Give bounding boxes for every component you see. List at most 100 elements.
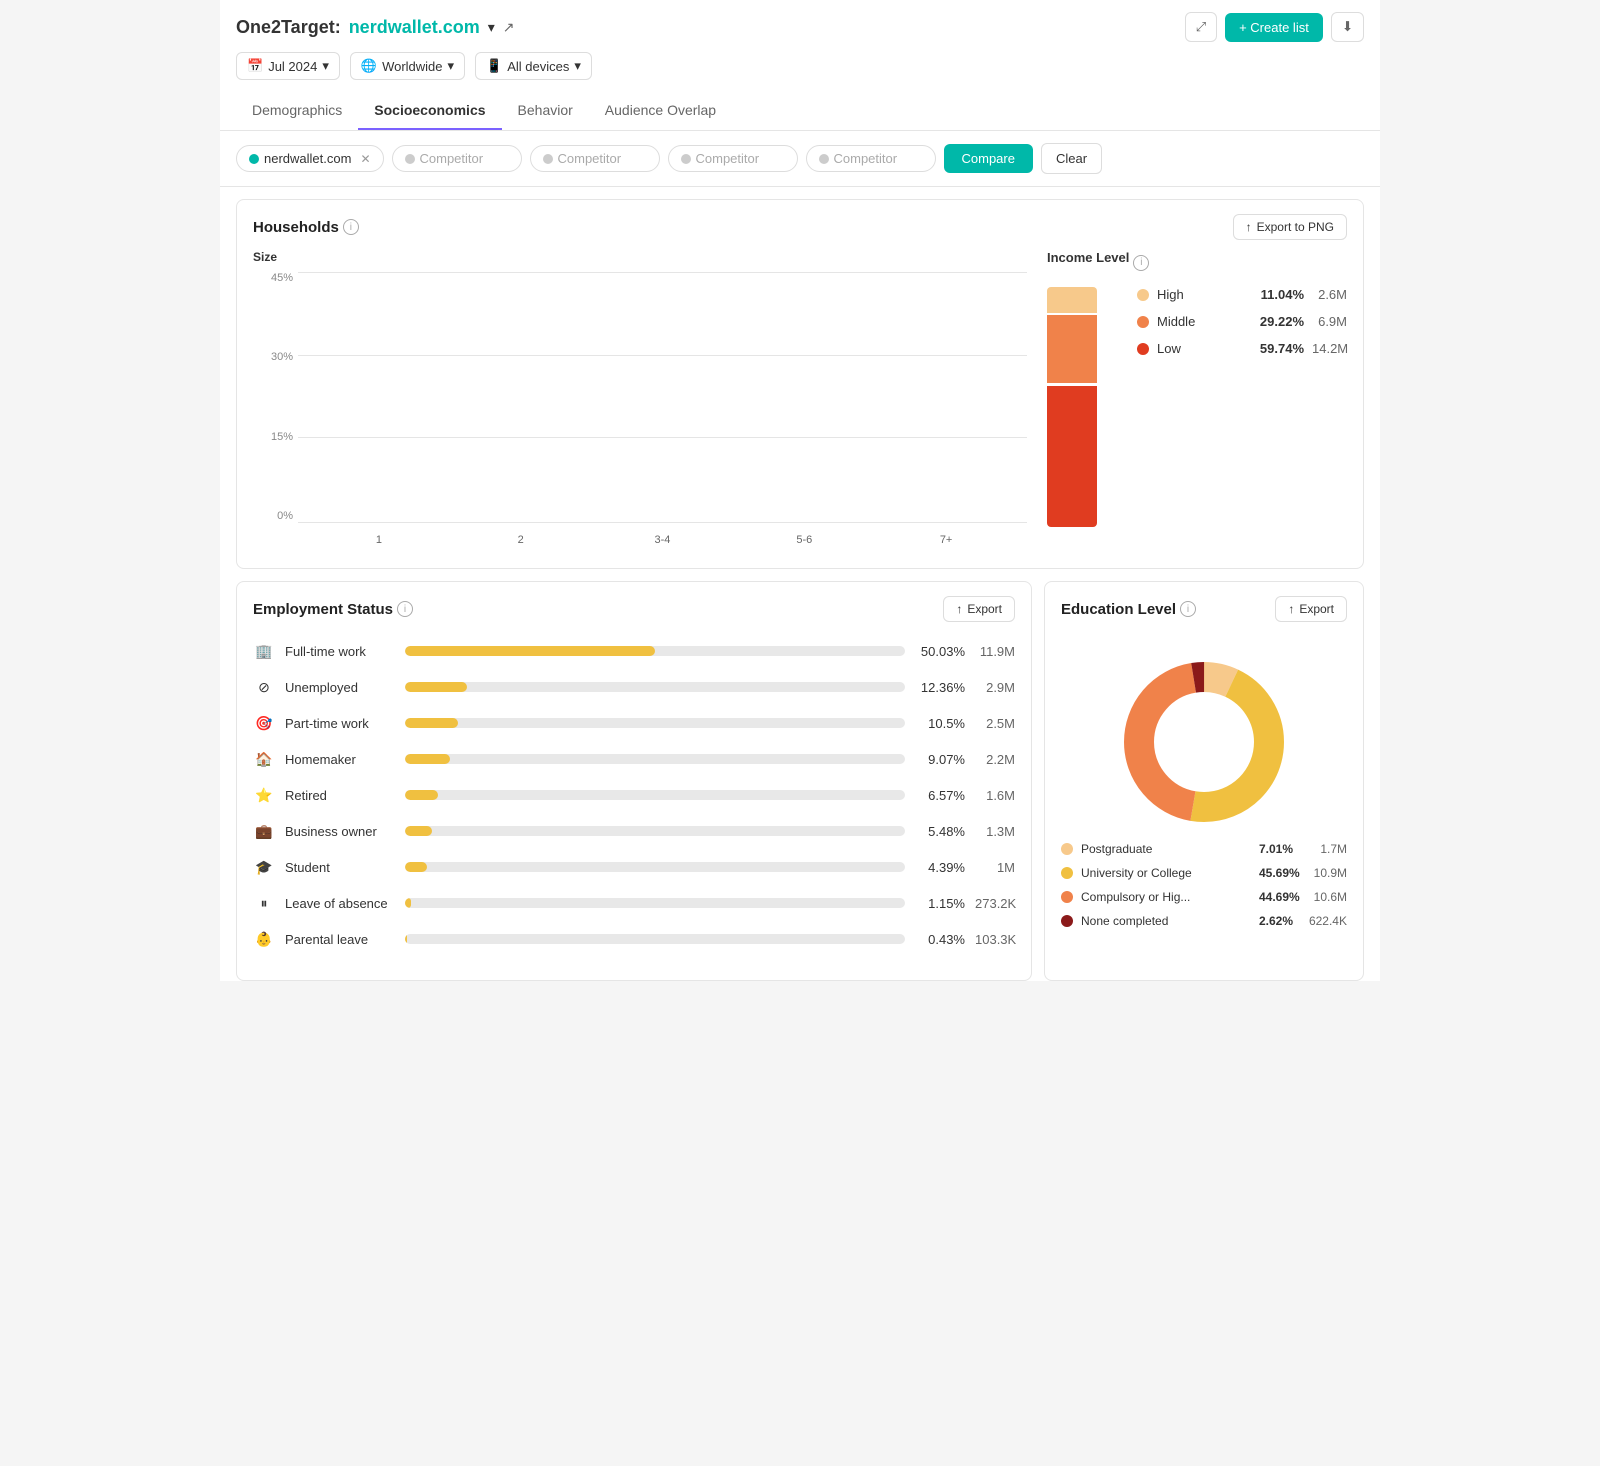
leave-pct: 1.15% <box>915 896 965 911</box>
education-export-button[interactable]: ↑ Export <box>1275 596 1347 622</box>
external-link-icon[interactable]: ↗ <box>503 19 515 36</box>
edu-none-item: None completed 2.62% 622.4K <box>1061 914 1347 928</box>
main-site-chip[interactable]: nerdwallet.com ✕ <box>236 145 384 172</box>
employment-fulltime: 🏢 Full-time work 50.03% 11.9M <box>253 640 1015 662</box>
homemaker-pct: 9.07% <box>915 752 965 767</box>
site-name-link[interactable]: nerdwallet.com <box>349 17 480 38</box>
edu-university-name: University or College <box>1081 866 1251 880</box>
education-info-icon[interactable]: i <box>1180 601 1196 617</box>
business-bar-fill <box>405 826 432 836</box>
competitor-1-input[interactable]: Competitor <box>392 145 522 172</box>
devices-filter-label: All devices <box>507 59 569 74</box>
business-bar-bg <box>405 826 905 836</box>
x-label-3-4: 3-4 <box>592 534 734 546</box>
employment-card: Employment Status i ↑ Export 🏢 Full-time… <box>236 581 1032 981</box>
income-middle-pct: 29.22% <box>1254 314 1304 329</box>
income-middle-val: 6.9M <box>1312 314 1347 329</box>
homemaker-bar-fill <box>405 754 450 764</box>
parttime-name: Part-time work <box>285 716 395 731</box>
parttime-bar-fill <box>405 718 458 728</box>
households-info-icon[interactable]: i <box>343 219 359 235</box>
income-middle-item: Middle 29.22% 6.9M <box>1137 314 1347 329</box>
region-filter[interactable]: 🌐 Worldwide ▾ <box>350 52 465 80</box>
income-middle-name: Middle <box>1157 314 1246 329</box>
parental-pct: 0.43% <box>915 932 965 947</box>
leave-val: 273.2K <box>975 896 1015 911</box>
fulltime-bar-fill <box>405 646 655 656</box>
competitor-1-label: Competitor <box>420 151 484 166</box>
donut-center <box>1159 697 1249 787</box>
income-low-item: Low 59.74% 14.2M <box>1137 341 1347 356</box>
homemaker-bar-bg <box>405 754 905 764</box>
business-pct: 5.48% <box>915 824 965 839</box>
devices-chevron-icon: ▾ <box>574 58 581 74</box>
retired-bar-bg <box>405 790 905 800</box>
competitor-2-dot <box>543 154 553 164</box>
student-bar-bg <box>405 862 905 872</box>
create-list-button[interactable]: + Create list <box>1225 13 1323 42</box>
main-site-label: nerdwallet.com <box>264 151 351 166</box>
edu-postgraduate-pct: 7.01% <box>1259 842 1299 856</box>
student-pct: 4.39% <box>915 860 965 875</box>
employment-parental: 👶 Parental leave 0.43% 103.3K <box>253 928 1015 950</box>
unemployed-bar-bg <box>405 682 905 692</box>
x-label-7plus: 7+ <box>875 534 1017 546</box>
fulltime-name: Full-time work <box>285 644 395 659</box>
edu-postgraduate-item: Postgraduate 7.01% 1.7M <box>1061 842 1347 856</box>
gridline-0 <box>298 522 1027 523</box>
income-low-name: Low <box>1157 341 1246 356</box>
devices-filter[interactable]: 📱 All devices ▾ <box>475 52 592 80</box>
y-label-30: 30% <box>253 351 293 363</box>
income-high-item: High 11.04% 2.6M <box>1137 287 1347 302</box>
leave-icon: ⏸ <box>253 892 275 914</box>
main-site-dot <box>249 154 259 164</box>
business-name: Business owner <box>285 824 395 839</box>
edu-none-name: None completed <box>1081 914 1251 928</box>
edu-university-dot <box>1061 867 1073 879</box>
employment-export-button[interactable]: ↑ Export <box>943 596 1015 622</box>
edu-university-item: University or College 45.69% 10.9M <box>1061 866 1347 880</box>
retired-pct: 6.57% <box>915 788 965 803</box>
download-button[interactable]: ⬇ <box>1331 12 1364 42</box>
fulltime-bar-bg <box>405 646 905 656</box>
income-middle-dot <box>1137 316 1149 328</box>
income-low-val: 14.2M <box>1312 341 1347 356</box>
unemployed-icon: ⊘ <box>253 676 275 698</box>
retired-icon: ⭐ <box>253 784 275 806</box>
income-info-icon[interactable]: i <box>1133 255 1149 271</box>
employment-export-icon: ↑ <box>956 602 962 616</box>
tab-behavior[interactable]: Behavior <box>502 92 589 130</box>
employment-list: 🏢 Full-time work 50.03% 11.9M ⊘ Unemploy… <box>237 632 1031 980</box>
fulltime-pct: 50.03% <box>915 644 965 659</box>
edu-postgraduate-name: Postgraduate <box>1081 842 1251 856</box>
clear-button[interactable]: Clear <box>1041 143 1102 174</box>
date-filter[interactable]: 📅 Jul 2024 ▾ <box>236 52 340 80</box>
households-export-label: Export to PNG <box>1257 220 1334 234</box>
edu-none-pct: 2.62% <box>1259 914 1299 928</box>
parental-bar-bg <box>405 934 905 944</box>
competitor-3-dot <box>681 154 691 164</box>
title-chevron-icon[interactable]: ▾ <box>488 19 495 36</box>
employment-student: 🎓 Student 4.39% 1M <box>253 856 1015 878</box>
fulltime-val: 11.9M <box>975 644 1015 659</box>
tab-demographics[interactable]: Demographics <box>236 92 358 130</box>
competitor-2-input[interactable]: Competitor <box>530 145 660 172</box>
expand-button[interactable]: ⤢ <box>1185 12 1217 42</box>
tab-socioeconomics[interactable]: Socioeconomics <box>358 92 501 130</box>
student-bar-fill <box>405 862 427 872</box>
parental-icon: 👶 <box>253 928 275 950</box>
y-label-15: 15% <box>253 431 293 443</box>
tab-audience-overlap[interactable]: Audience Overlap <box>589 92 732 130</box>
remove-main-site-icon[interactable]: ✕ <box>360 152 370 166</box>
competitor-4-input[interactable]: Competitor <box>806 145 936 172</box>
households-export-button[interactable]: ↑ Export to PNG <box>1233 214 1347 240</box>
income-legend: High 11.04% 2.6M Middle 29.22% 6.9M <box>1137 287 1347 527</box>
education-donut-chart <box>1114 652 1294 832</box>
compare-button[interactable]: Compare <box>944 144 1033 173</box>
competitor-3-input[interactable]: Competitor <box>668 145 798 172</box>
income-stacked-bar <box>1047 287 1117 527</box>
employment-info-icon[interactable]: i <box>397 601 413 617</box>
x-label-2: 2 <box>450 534 592 546</box>
income-high-pct: 11.04% <box>1254 287 1304 302</box>
parttime-icon: 🎯 <box>253 712 275 734</box>
